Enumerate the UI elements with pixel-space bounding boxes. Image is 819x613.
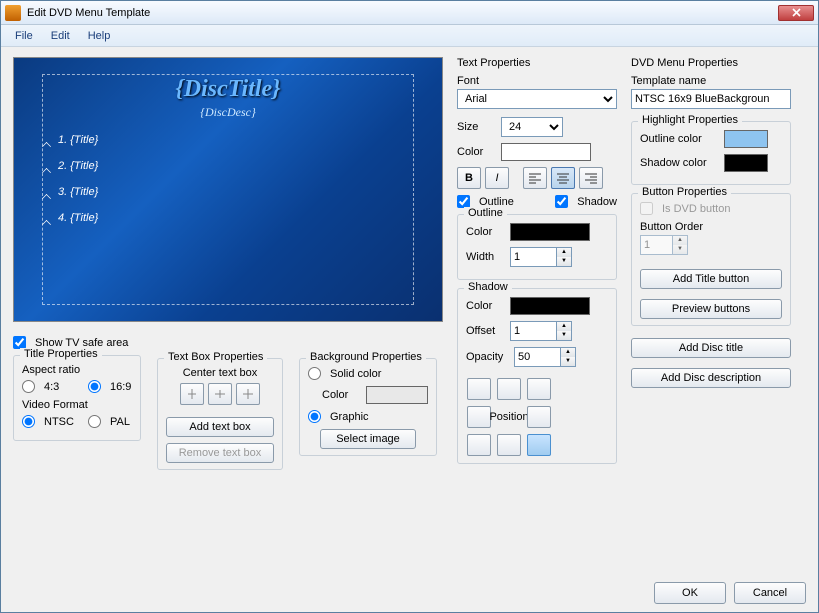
- align-left-button[interactable]: [523, 167, 547, 189]
- close-button[interactable]: [778, 5, 814, 21]
- solid-color-radio[interactable]: [308, 367, 321, 380]
- show-tv-safe-label: Show TV safe area: [35, 337, 128, 349]
- position-bc[interactable]: [497, 434, 521, 456]
- menu-help[interactable]: Help: [80, 28, 119, 44]
- button-order-spinner: ▲▼: [640, 235, 782, 255]
- tv-safe-area-overlay: [42, 74, 414, 305]
- menu-edit[interactable]: Edit: [43, 28, 78, 44]
- align-center-button[interactable]: [551, 167, 575, 189]
- spinner-up-icon[interactable]: ▲: [557, 248, 571, 257]
- shadow-opacity-spinner[interactable]: ▲▼: [514, 347, 576, 367]
- is-dvd-button-checkbox: [640, 202, 653, 215]
- add-title-button[interactable]: Add Title button: [640, 269, 782, 289]
- title-properties-group: Title Properties Aspect ratio 4:3 16:9 V…: [13, 355, 141, 441]
- ntsc-radio[interactable]: [22, 415, 35, 428]
- shadow-group: Shadow Color Offset ▲▼ Opacity ▲▼ Positi…: [457, 288, 617, 464]
- shadow-offset-spinner[interactable]: ▲▼: [510, 321, 572, 341]
- position-tc[interactable]: [497, 378, 521, 400]
- outline-group: Outline Color Width ▲▼: [457, 214, 617, 280]
- center-vertical-button[interactable]: [208, 383, 232, 405]
- add-text-box-button[interactable]: Add text box: [166, 417, 274, 437]
- highlight-shadow-color-swatch[interactable]: [724, 154, 768, 172]
- template-name-label: Template name: [631, 75, 791, 87]
- outline-width-spinner[interactable]: ▲▼: [510, 247, 572, 267]
- italic-button[interactable]: I: [485, 167, 509, 189]
- font-select[interactable]: Arial: [457, 89, 617, 109]
- outline-color-swatch[interactable]: [510, 223, 590, 241]
- add-disc-description-button[interactable]: Add Disc description: [631, 368, 791, 388]
- font-label: Font: [457, 75, 617, 87]
- shadow-position-grid: Position: [466, 377, 552, 457]
- titlebar: Edit DVD Menu Template: [1, 1, 818, 25]
- menubar: File Edit Help: [1, 25, 818, 47]
- video-format-label: Video Format: [22, 399, 132, 411]
- spinner-down-icon[interactable]: ▼: [557, 257, 571, 266]
- close-icon: [792, 8, 801, 17]
- aspect-ratio-label: Aspect ratio: [22, 364, 132, 376]
- graphic-radio[interactable]: [308, 410, 321, 423]
- background-properties-group: Background Properties Solid color Color …: [299, 358, 437, 456]
- pal-radio[interactable]: [88, 415, 101, 428]
- remove-text-box-button[interactable]: Remove text box: [166, 443, 274, 463]
- center-horizontal-button[interactable]: [180, 383, 204, 405]
- template-name-input[interactable]: [631, 89, 791, 109]
- align-center-icon: [556, 172, 570, 184]
- highlight-properties-group: Highlight Properties Outline color Shado…: [631, 121, 791, 185]
- align-left-icon: [528, 172, 542, 184]
- menu-preview[interactable]: {DiscTitle} {DiscDesc} 1. {Title} 2. {Ti…: [13, 57, 443, 322]
- shadow-color-swatch[interactable]: [510, 297, 590, 315]
- position-tr[interactable]: [527, 378, 551, 400]
- dialog-edit-dvd-menu-template: Edit DVD Menu Template File Edit Help {D…: [0, 0, 819, 613]
- position-ml[interactable]: [467, 406, 491, 428]
- size-select[interactable]: 24: [501, 117, 563, 137]
- bg-color-swatch[interactable]: [366, 386, 428, 404]
- position-mr[interactable]: [527, 406, 551, 428]
- button-properties-group: Button Properties Is DVD button Button O…: [631, 193, 791, 326]
- ok-button[interactable]: OK: [654, 582, 726, 604]
- center-text-box-label: Center text box: [166, 367, 274, 379]
- highlight-outline-color-swatch[interactable]: [724, 130, 768, 148]
- position-bl[interactable]: [467, 434, 491, 456]
- center-v-icon: [214, 388, 226, 400]
- preview-buttons-button[interactable]: Preview buttons: [640, 299, 782, 319]
- center-h-icon: [186, 388, 198, 400]
- bold-button[interactable]: B: [457, 167, 481, 189]
- center-both-button[interactable]: [236, 383, 260, 405]
- align-right-button[interactable]: [579, 167, 603, 189]
- center-both-icon: [242, 388, 254, 400]
- text-properties-heading: Text Properties: [457, 57, 617, 69]
- position-tl[interactable]: [467, 378, 491, 400]
- aspect-43-radio[interactable]: [22, 380, 35, 393]
- text-color-swatch[interactable]: [501, 143, 591, 161]
- cancel-button[interactable]: Cancel: [734, 582, 806, 604]
- dvd-menu-properties-heading: DVD Menu Properties: [631, 57, 791, 69]
- aspect-169-radio[interactable]: [88, 380, 101, 393]
- add-disc-title-button[interactable]: Add Disc title: [631, 338, 791, 358]
- text-box-properties-group: Text Box Properties Center text box Add …: [157, 358, 283, 470]
- align-right-icon: [584, 172, 598, 184]
- shadow-checkbox[interactable]: [555, 195, 568, 208]
- select-image-button[interactable]: Select image: [320, 429, 416, 449]
- button-order-label: Button Order: [640, 221, 782, 233]
- dialog-footer: OK Cancel: [1, 574, 818, 612]
- app-icon: [5, 5, 21, 21]
- menu-file[interactable]: File: [7, 28, 41, 44]
- position-br[interactable]: [527, 434, 551, 456]
- window-title: Edit DVD Menu Template: [27, 7, 778, 19]
